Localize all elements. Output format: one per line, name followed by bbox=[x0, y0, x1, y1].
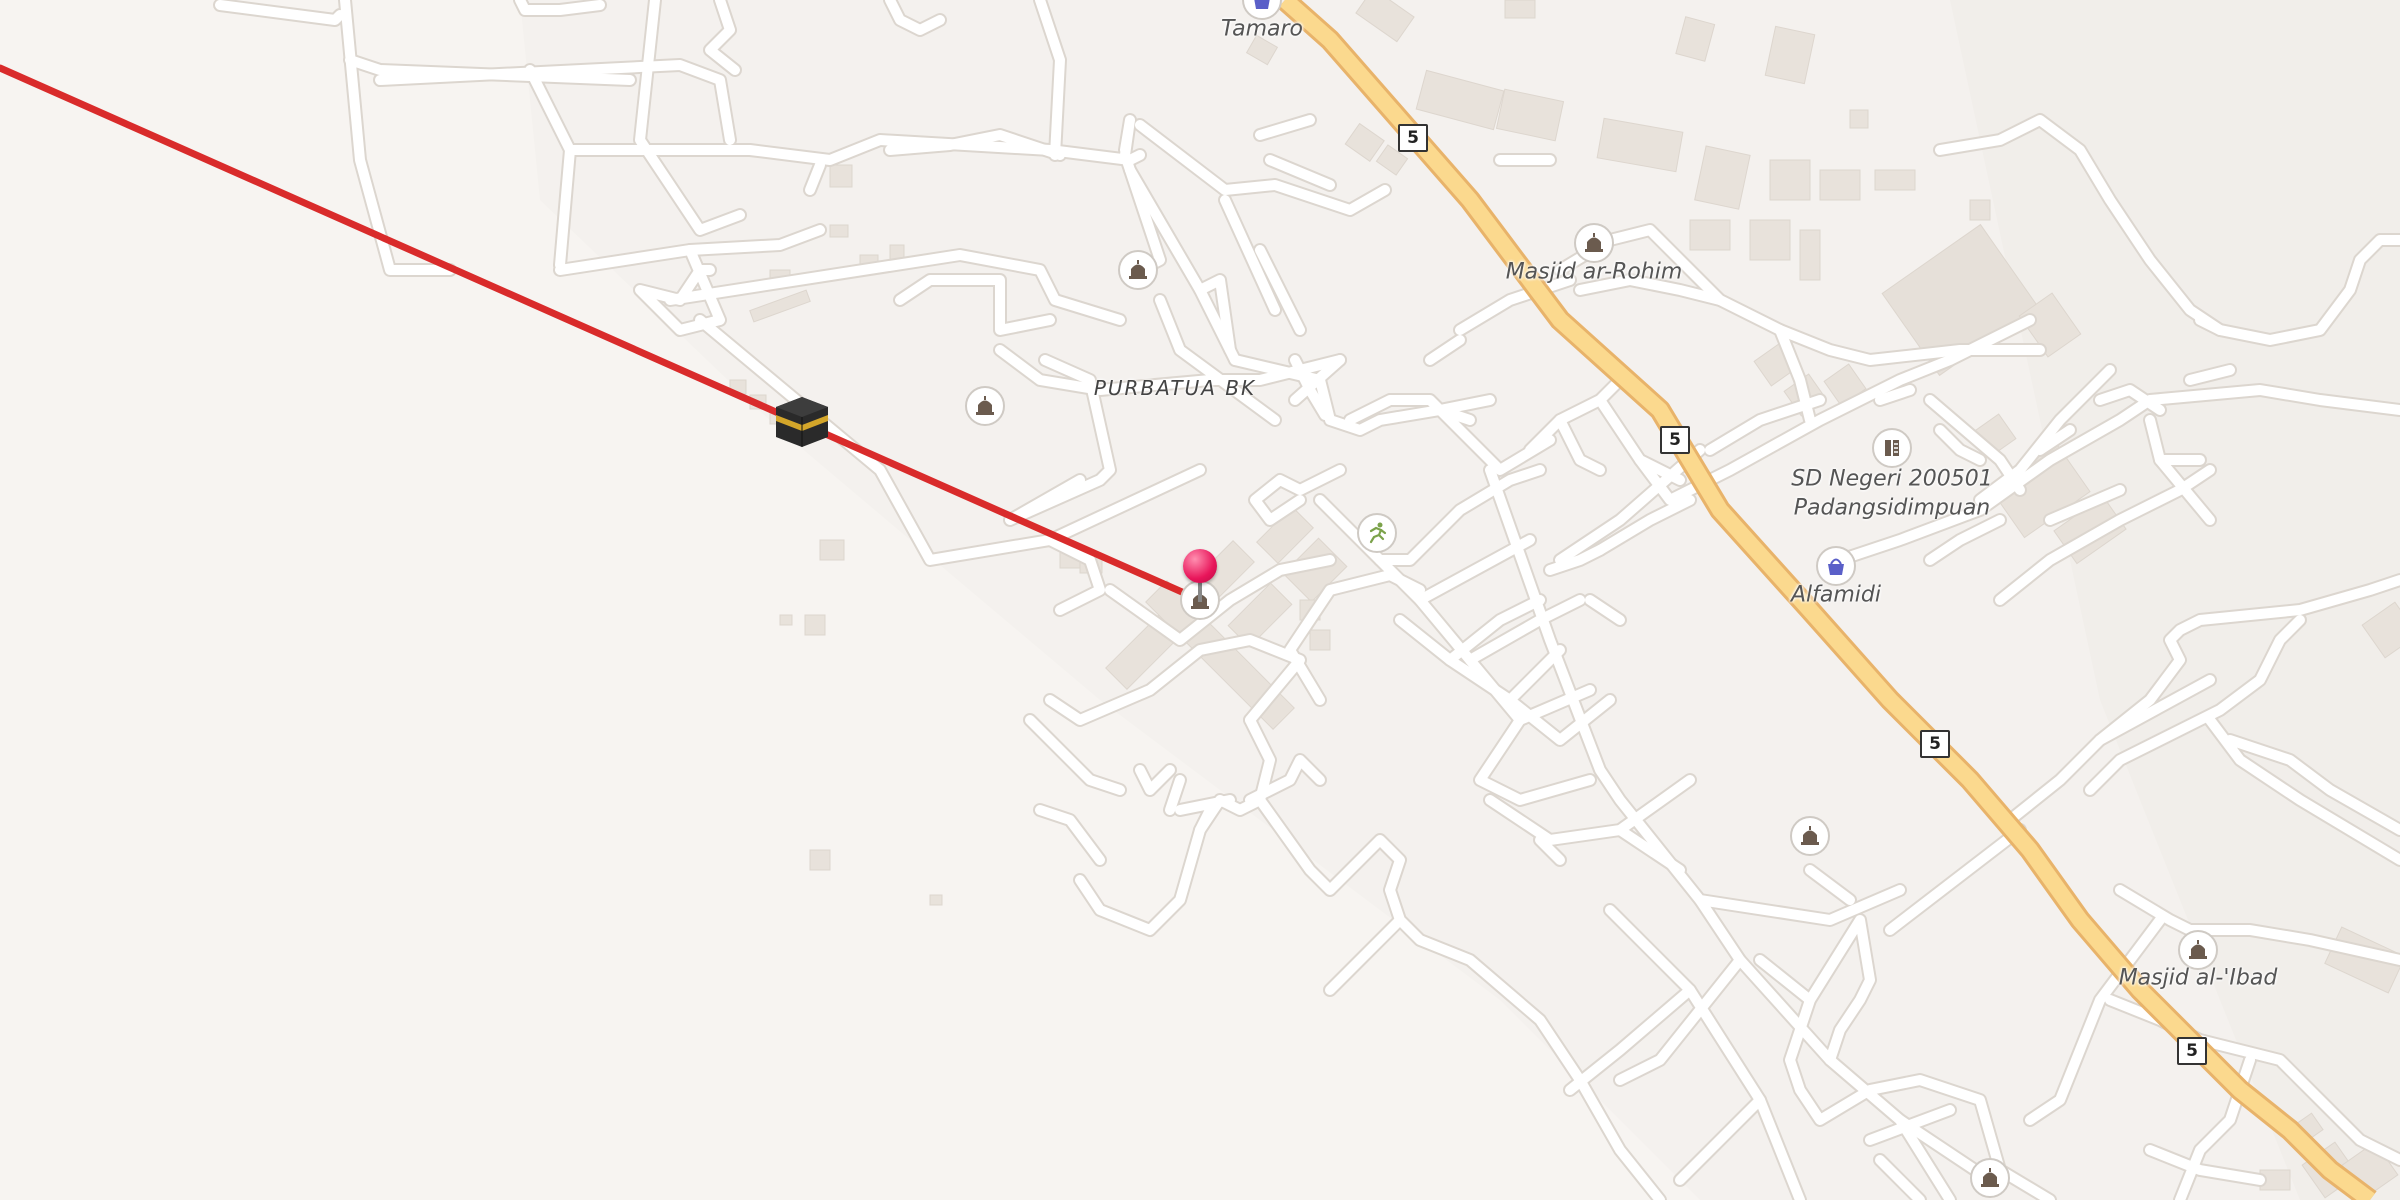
route-shield: 5 bbox=[1920, 730, 1950, 758]
place-label-masjid-al-ibad: Masjid al-'Ibad bbox=[2118, 965, 2278, 991]
mosque-icon[interactable] bbox=[1118, 250, 1158, 290]
route-shield: 5 bbox=[2177, 1037, 2207, 1065]
sports-icon[interactable] bbox=[1357, 513, 1397, 553]
place-label-sd-negeri: SD Negeri 200501 Padangsidimpuan bbox=[1791, 465, 1993, 522]
mosque-icon[interactable] bbox=[1970, 1158, 2010, 1198]
shop-basket-icon[interactable] bbox=[1816, 546, 1856, 586]
mosque-icon[interactable] bbox=[965, 386, 1005, 426]
location-pin-icon[interactable] bbox=[1183, 549, 1217, 583]
location-pin-stem bbox=[1198, 580, 1202, 602]
mosque-icon[interactable] bbox=[1574, 223, 1614, 263]
school-icon[interactable] bbox=[1872, 428, 1912, 468]
mosque-icon[interactable] bbox=[1790, 816, 1830, 856]
route-shield: 5 bbox=[1398, 124, 1428, 152]
area-label-purbatua: PURBATUA BK bbox=[1093, 376, 1257, 400]
kaaba-icon bbox=[774, 395, 830, 449]
place-label-masjid-ar-rohim: Masjid ar-Rohim bbox=[1505, 259, 1683, 285]
place-label-sd-negeri-line1: SD Negeri 200501 bbox=[1791, 466, 1993, 492]
route-shield: 5 bbox=[1660, 426, 1690, 454]
place-label-sd-negeri-line2: Padangsidimpuan bbox=[1793, 495, 1991, 520]
place-label-alfamidi: Alfamidi bbox=[1790, 582, 1882, 608]
place-label-tamaro: Tamaro bbox=[1220, 16, 1304, 42]
map-canvas[interactable]: 5 5 5 5 Tamaro Masjid ar-Rohim PURBATUA … bbox=[0, 0, 2400, 1200]
